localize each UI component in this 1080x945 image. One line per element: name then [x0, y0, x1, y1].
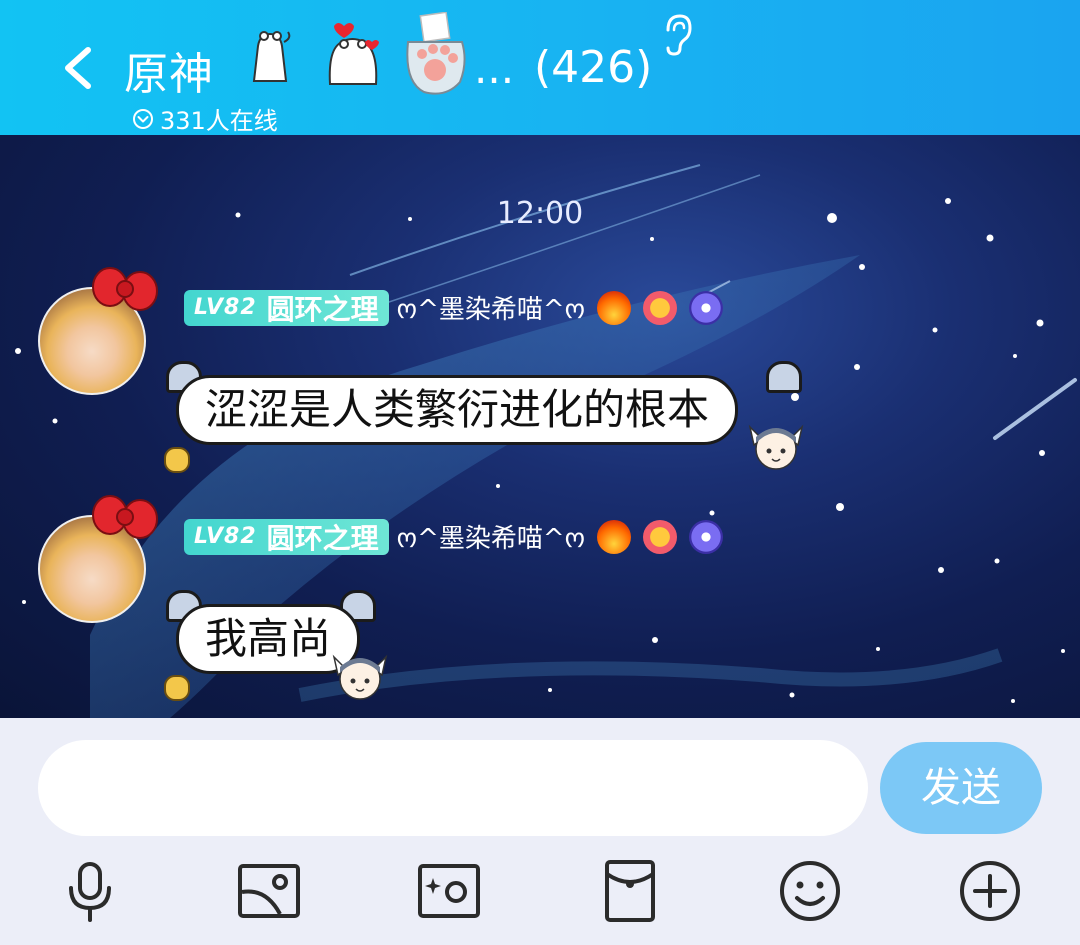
red-bow-icon	[92, 495, 158, 539]
back-arrow-icon[interactable]	[56, 44, 100, 92]
online-chevron-icon	[133, 108, 153, 129]
bubble-ear-right	[766, 361, 802, 393]
member-count: (426)	[534, 42, 653, 93]
fire-icon	[597, 290, 632, 325]
emoji-icon[interactable]	[777, 858, 843, 924]
red-packet-icon[interactable]	[597, 858, 663, 924]
microphone-icon[interactable]	[57, 858, 123, 924]
bell-icon	[164, 447, 190, 473]
flower-face-icon	[643, 290, 678, 325]
heart-bear-sticker-icon	[328, 23, 379, 85]
level-badge: LV82 圆环之理	[184, 289, 389, 326]
chat-header: 原神 ... (426) 331人在线	[0, 0, 1080, 135]
sender-nickname[interactable]: ო^墨染希喵^ო	[397, 289, 585, 326]
title-ellipsis: ...	[474, 44, 515, 93]
image-icon[interactable]	[236, 858, 302, 924]
chibi-sticker-icon	[332, 654, 388, 700]
planet-icon	[689, 290, 724, 325]
fire-icon	[597, 519, 632, 554]
bear-sticker-icon	[252, 31, 291, 82]
send-button[interactable]: 发送	[880, 742, 1042, 834]
ear-icon[interactable]	[660, 12, 694, 58]
planet-icon	[689, 519, 724, 554]
level-badge: LV82 圆环之理	[184, 518, 389, 555]
chibi-sticker-icon	[748, 424, 804, 470]
red-bow-icon	[92, 267, 158, 311]
cat-paw-sticker-icon	[406, 12, 466, 95]
sender-meta: LV82 圆环之理 ო^墨染希喵^ო	[184, 289, 724, 326]
message-bubble[interactable]: 涩涩是人类繁衍进化的根本	[176, 375, 739, 445]
bell-icon	[164, 675, 190, 701]
online-status[interactable]: 331人在线	[132, 101, 278, 136]
message-input[interactable]	[38, 740, 868, 836]
online-status-text: 331人在线	[160, 107, 278, 135]
camera-icon[interactable]	[416, 858, 482, 924]
level-text: LV82	[194, 295, 257, 320]
member-title: 圆环之理	[266, 292, 379, 326]
chat-area[interactable]: 12:00 LV82 圆环之理 ო^墨染希喵^ო 涩涩是人类繁衍进化的根本 LV…	[0, 135, 1080, 718]
sender-meta: LV82 圆环之理 ო^墨染希喵^ო	[184, 518, 724, 555]
timestamp: 12:00	[496, 196, 584, 231]
group-title[interactable]: 原神	[124, 38, 214, 102]
flower-face-icon	[643, 519, 678, 554]
member-title: 圆环之理	[266, 521, 379, 555]
composer-panel: 发送	[0, 718, 1080, 945]
plus-icon[interactable]	[957, 858, 1023, 924]
sender-nickname[interactable]: ო^墨染希喵^ო	[397, 518, 585, 555]
sender-avatar[interactable]	[38, 267, 158, 395]
level-text: LV82	[194, 524, 257, 549]
sender-avatar[interactable]	[38, 495, 158, 623]
